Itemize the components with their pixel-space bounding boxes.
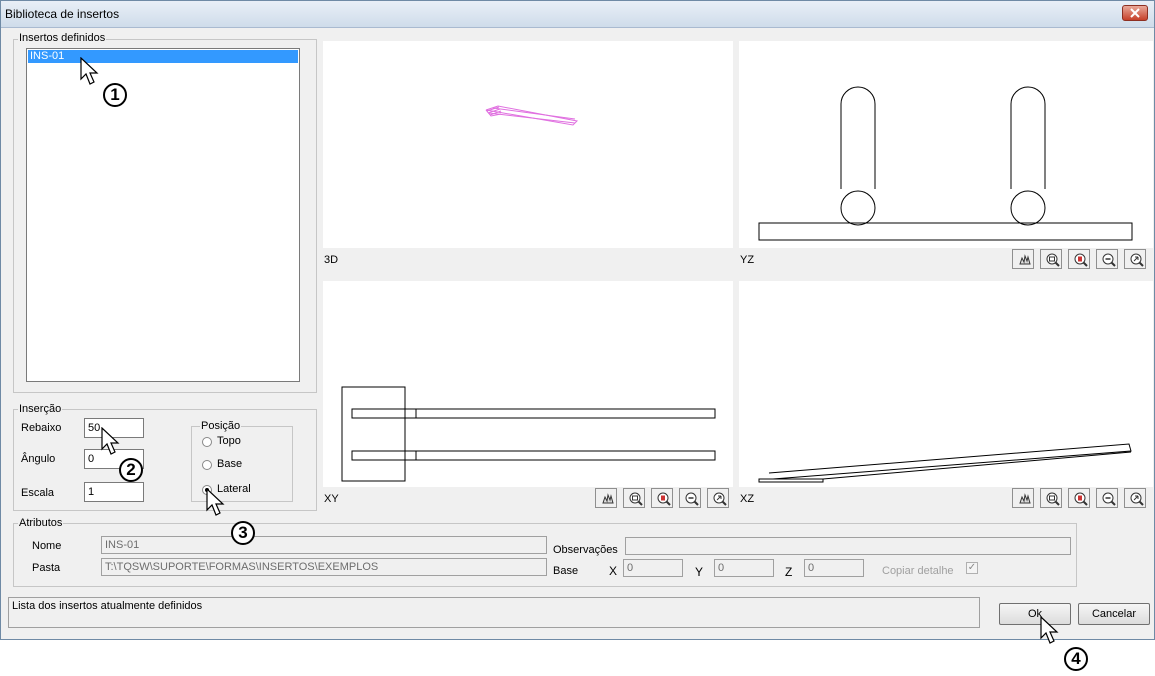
step-marker-4: 4	[1064, 647, 1088, 671]
angulo-label: Ângulo	[21, 453, 56, 465]
view-3d-label: 3D	[324, 254, 339, 266]
list-item[interactable]: INS-01	[28, 50, 298, 63]
zoom-all-button[interactable]	[1068, 249, 1090, 269]
view-xy-label: XY	[324, 493, 339, 505]
escala-input[interactable]: 1	[84, 482, 144, 502]
pasta-input[interactable]: T:\TQSW\SUPORTE\FORMAS\INSERTOS\EXEMPLOS	[101, 558, 547, 576]
radio-base-label[interactable]: Base	[217, 458, 242, 470]
view-yz-label: YZ	[740, 254, 755, 266]
base-label: Base	[553, 565, 579, 577]
nome-input[interactable]: INS-01	[101, 536, 547, 554]
observacoes-input[interactable]	[625, 537, 1071, 555]
window-title: Biblioteca de insertos	[5, 7, 120, 21]
view-3d[interactable]	[323, 41, 733, 248]
insert-3d-drawing	[485, 105, 579, 126]
pan-button[interactable]	[595, 488, 617, 508]
view-xz-label: XZ	[740, 493, 755, 505]
close-icon	[1130, 8, 1140, 18]
cursor-arrow-3-icon	[206, 488, 225, 516]
insertion-legend: Inserção	[18, 403, 63, 415]
radio-topo-label[interactable]: Topo	[217, 435, 241, 447]
status-box: Lista dos insertos atualmente definidos	[8, 597, 980, 628]
title-bar[interactable]: Biblioteca de insertos	[1, 1, 1154, 28]
pasta-label: Pasta	[32, 562, 61, 574]
cursor-arrow-4-icon	[1040, 616, 1059, 644]
inserts-listbox[interactable]: INS-01	[26, 48, 300, 382]
close-button[interactable]	[1122, 5, 1148, 21]
pan-button[interactable]	[1012, 249, 1034, 269]
view-xz[interactable]	[739, 281, 1153, 487]
insert-xy-drawing	[341, 386, 716, 482]
insert-library-dialog: Biblioteca de insertos Insertos definido…	[0, 0, 1155, 640]
insert-xz-drawing	[758, 443, 1132, 483]
base-y-input[interactable]: 0	[714, 559, 774, 577]
zoom-window-button[interactable]	[1040, 249, 1062, 269]
copiar-detalhe-checkbox[interactable]: ✓	[966, 562, 978, 574]
base-y-label: Y	[695, 565, 704, 579]
nome-label: Nome	[32, 540, 62, 552]
observacoes-label: Observações	[553, 544, 618, 556]
radio-base[interactable]	[202, 460, 212, 470]
defined-inserts-legend: Insertos definidos	[18, 32, 107, 44]
zoom-out-button[interactable]	[1096, 249, 1118, 269]
copiar-detalhe-label: Copiar detalhe	[882, 565, 954, 577]
zoom-all-button[interactable]	[1068, 488, 1090, 508]
zoom-all-button[interactable]	[651, 488, 673, 508]
escala-label: Escala	[21, 487, 55, 499]
zoom-previous-button[interactable]	[1124, 249, 1146, 269]
base-x-label: X	[609, 564, 618, 578]
zoom-window-button[interactable]	[1040, 488, 1062, 508]
zoom-previous-button[interactable]	[1124, 488, 1146, 508]
attributes-group	[13, 523, 1077, 587]
cursor-arrow-2-icon	[101, 427, 120, 455]
zoom-window-button[interactable]	[623, 488, 645, 508]
step-marker-2: 2	[119, 458, 143, 482]
step-marker-1: 1	[103, 83, 127, 107]
base-z-label: Z	[785, 565, 793, 579]
base-x-input[interactable]: 0	[623, 559, 683, 577]
step-marker-3: 3	[231, 521, 255, 545]
position-legend: Posição	[200, 420, 242, 432]
status-text: Lista dos insertos atualmente definidos	[12, 600, 203, 612]
zoom-out-button[interactable]	[1096, 488, 1118, 508]
attributes-legend: Atributos	[18, 517, 64, 529]
zoom-out-button[interactable]	[679, 488, 701, 508]
base-z-input[interactable]: 0	[804, 559, 864, 577]
radio-topo[interactable]	[202, 437, 212, 447]
view-xy[interactable]	[323, 281, 733, 487]
cancel-button[interactable]: Cancelar	[1078, 603, 1150, 625]
cursor-arrow-1-icon	[80, 57, 99, 85]
view-yz[interactable]	[739, 41, 1153, 248]
zoom-previous-button[interactable]	[707, 488, 729, 508]
rebaixo-label: Rebaixo	[21, 422, 62, 434]
pan-button[interactable]	[1012, 488, 1034, 508]
insert-yz-drawing	[758, 86, 1133, 241]
